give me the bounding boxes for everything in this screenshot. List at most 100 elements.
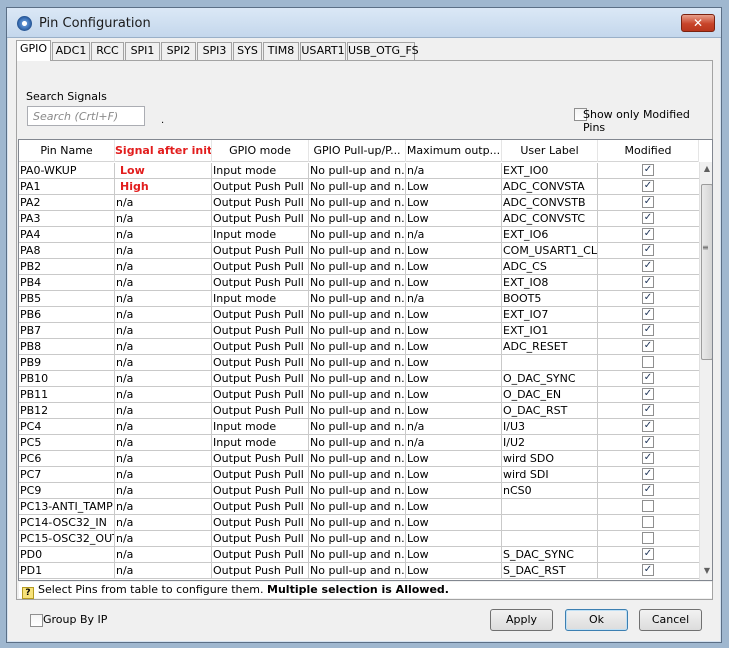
col-max-output-speed-header[interactable]: Maximum outp... [406, 140, 502, 162]
table-row[interactable]: PD0 n/a Output Push Pull No pull-up and n..… [19, 547, 699, 563]
table-row[interactable]: PC5 n/a Input mode No pull-up and n... n/a I/… [19, 435, 699, 451]
table-row[interactable]: PB6 n/a Output Push Pull No pull-up and n..… [19, 307, 699, 323]
table-row[interactable]: PB2 n/a Output Push Pull No pull-up and n..… [19, 259, 699, 275]
col-modified-header[interactable]: Modified [598, 140, 699, 162]
modified-checkbox[interactable]: ✓ [642, 564, 654, 576]
modified-checkbox[interactable]: ✓ [642, 388, 654, 400]
table-row[interactable]: PB11 n/a Output Push Pull No pull-up and n.… [19, 387, 699, 403]
modified-checkbox[interactable]: ✓ [642, 244, 654, 256]
col-pin-name-cell: PC6 [19, 451, 115, 467]
col-modified-cell: ✓ [598, 259, 699, 275]
scroll-thumb[interactable] [701, 184, 712, 360]
modified-checkbox[interactable]: ✓ [642, 196, 654, 208]
tab-tim8[interactable]: TIM8 [263, 42, 299, 60]
modified-checkbox[interactable]: ✓ [642, 292, 654, 304]
modified-checkbox[interactable]: ✓ [642, 164, 654, 176]
col-gpio-mode-cell: Output Push Pull [212, 515, 309, 531]
modified-checkbox[interactable]: ✓ [642, 484, 654, 496]
modified-checkbox[interactable]: ✓ [642, 420, 654, 432]
table-row[interactable]: PB5 n/a Input mode No pull-up and n... n/a BO… [19, 291, 699, 307]
help-icon: ? [22, 587, 34, 599]
modified-checkbox[interactable]: ✓ [642, 436, 654, 448]
scroll-up-icon[interactable]: ▲ [700, 164, 712, 176]
tab-spi3[interactable]: SPI3 [197, 42, 232, 60]
vertical-scrollbar[interactable]: ▲ ≡ ▼ [699, 162, 712, 580]
col-user-label-cell: I/U2 [502, 435, 598, 451]
col-signal-after-init-cell: n/a [115, 243, 212, 259]
modified-checkbox[interactable]: ✓ [642, 308, 654, 320]
modified-checkbox[interactable]: ✓ [642, 228, 654, 240]
ok-button[interactable]: Ok [565, 609, 628, 631]
modified-checkbox[interactable]: ✓ [642, 452, 654, 464]
tab-gpio[interactable]: GPIO [16, 40, 51, 61]
modified-checkbox[interactable] [642, 356, 654, 368]
table-row[interactable]: PB10 n/a Output Push Pull No pull-up and n.… [19, 371, 699, 387]
col-user-label-cell: EXT_IO8 [502, 275, 598, 291]
table-row[interactable]: PA3 n/a Output Push Pull No pull-up and n..… [19, 211, 699, 227]
modified-checkbox[interactable] [642, 516, 654, 528]
cancel-button[interactable]: Cancel [639, 609, 702, 631]
col-gpio-pull-header[interactable]: GPIO Pull-up/P... [309, 140, 406, 162]
table-row[interactable]: PA4 n/a Input mode No pull-up and n... n/a EX… [19, 227, 699, 243]
table-row[interactable]: PC14-OSC32_IN n/a Output Push Pull No pull-… [19, 515, 699, 531]
modified-checkbox[interactable]: ✓ [642, 276, 654, 288]
modified-checkbox[interactable]: ✓ [642, 372, 654, 384]
col-signal-after-init-header[interactable]: Signal after init [115, 140, 212, 162]
modified-checkbox[interactable]: ✓ [642, 548, 654, 560]
tab-rcc[interactable]: RCC [91, 42, 124, 60]
modified-checkbox[interactable]: ✓ [642, 260, 654, 272]
col-pin-name-header[interactable]: Pin Name [19, 140, 115, 162]
modified-checkbox[interactable]: ✓ [642, 180, 654, 192]
modified-checkbox[interactable]: ✓ [642, 212, 654, 224]
table-row[interactable]: PB9 n/a Output Push Pull No pull-up and n..… [19, 355, 699, 371]
table-row[interactable]: PC9 n/a Output Push Pull No pull-up and n..… [19, 483, 699, 499]
col-gpio-mode-cell: Output Push Pull [212, 243, 309, 259]
table-row[interactable]: PA8 n/a Output Push Pull No pull-up and n..… [19, 243, 699, 259]
table-row[interactable]: PC7 n/a Output Push Pull No pull-up and n..… [19, 467, 699, 483]
col-pin-name-cell: PB2 [19, 259, 115, 275]
group-by-ip-checkbox[interactable] [30, 614, 43, 627]
table-row[interactable]: PB4 n/a Output Push Pull No pull-up and n..… [19, 275, 699, 291]
table-row[interactable]: PB7 n/a Output Push Pull No pull-up and n..… [19, 323, 699, 339]
col-modified-cell [598, 531, 699, 547]
table-row[interactable]: PC15-OSC32_OUT n/a Output Push Pull No pull… [19, 531, 699, 547]
col-user-label-cell: ADC_CONVSTB [502, 195, 598, 211]
tab-sys[interactable]: SYS [233, 42, 262, 60]
col-user-label-cell: BOOT5 [502, 291, 598, 307]
modified-checkbox[interactable]: ✓ [642, 404, 654, 416]
modified-checkbox[interactable]: ✓ [642, 468, 654, 480]
close-button[interactable]: ✕ [681, 14, 715, 32]
tab-spi1[interactable]: SPI1 [125, 42, 160, 60]
col-max-output-speed-cell: Low [406, 371, 502, 387]
col-pin-name-cell: PD1 [19, 563, 115, 579]
table-row[interactable]: PA0-WKUP Low Input mode No pull-up and n...… [19, 163, 699, 179]
col-gpio-mode-cell: Output Push Pull [212, 547, 309, 563]
table-row[interactable]: PC13-ANTI_TAMP n/a Output Push Pull No pull… [19, 499, 699, 515]
col-gpio-pull-cell: No pull-up and n... [310, 355, 406, 371]
modified-checkbox[interactable]: ✓ [642, 324, 654, 336]
hint-bold-text: Multiple selection is Allowed. [267, 583, 449, 596]
tab-spi2[interactable]: SPI2 [161, 42, 196, 60]
tab-usart1[interactable]: USART1 [300, 42, 346, 60]
table-row[interactable]: PB8 n/a Output Push Pull No pull-up and n..… [19, 339, 699, 355]
scroll-down-icon[interactable]: ▼ [700, 566, 712, 578]
col-modified-cell [598, 355, 699, 371]
modified-checkbox[interactable] [642, 532, 654, 544]
col-user-label-cell: nCS0 [502, 483, 598, 499]
modified-checkbox[interactable] [642, 500, 654, 512]
table-row[interactable]: PA2 n/a Output Push Pull No pull-up and n..… [19, 195, 699, 211]
search-dot: . [161, 115, 165, 126]
col-gpio-mode-header[interactable]: GPIO mode [212, 140, 309, 162]
table-row[interactable]: PC6 n/a Output Push Pull No pull-up and n..… [19, 451, 699, 467]
table-row[interactable]: PA1 High Output Push Pull No pull-up and n.… [19, 179, 699, 195]
tab-adc1[interactable]: ADC1 [52, 42, 90, 60]
apply-button[interactable]: Apply [490, 609, 553, 631]
table-row[interactable]: PC4 n/a Input mode No pull-up and n... n/a I/… [19, 419, 699, 435]
table-row[interactable]: PD1 n/a Output Push Pull No pull-up and n..… [19, 563, 699, 579]
modified-checkbox[interactable]: ✓ [642, 340, 654, 352]
table-row[interactable]: PB12 n/a Output Push Pull No pull-up and n.… [19, 403, 699, 419]
col-user-label-header[interactable]: User Label [502, 140, 598, 162]
col-max-output-speed-cell: n/a [406, 419, 502, 435]
search-input[interactable] [27, 106, 145, 126]
tab-usb-otg-fs[interactable]: USB_OTG_FS [347, 42, 419, 60]
